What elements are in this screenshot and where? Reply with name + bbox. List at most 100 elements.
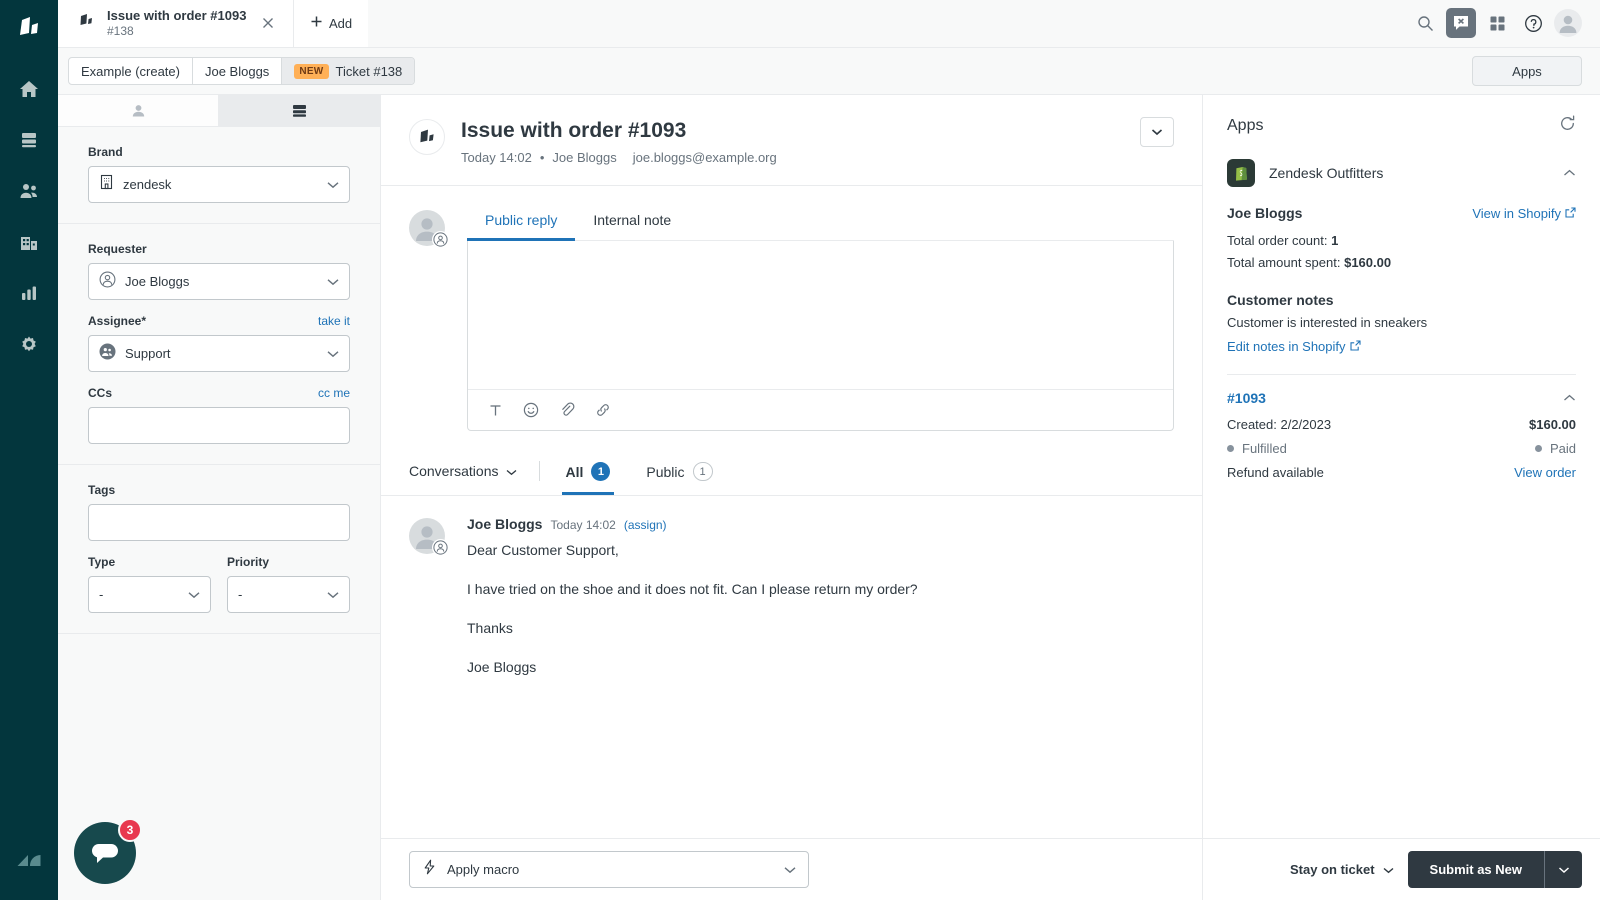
user-avatar-icon[interactable] xyxy=(1554,9,1582,37)
tab-subtitle: #138 xyxy=(107,23,134,38)
assignee-value: Support xyxy=(125,346,171,361)
content-area: Brand zendesk Requester Joe Bloggs Assig… xyxy=(58,95,1600,900)
ticket-brand-icon xyxy=(78,12,95,34)
messenger-widget[interactable]: 3 xyxy=(74,818,142,884)
assignee-select[interactable]: Support xyxy=(88,335,350,372)
text-format-icon[interactable] xyxy=(482,397,508,423)
nav-customers[interactable] xyxy=(7,169,51,213)
composer-toolbar xyxy=(468,389,1173,430)
tab-internal-note[interactable]: Internal note xyxy=(575,208,689,240)
ticket-header: Issue with order #1093 Today 14:02 • Joe… xyxy=(381,95,1202,186)
status-badge: NEW xyxy=(294,63,329,79)
tab-public-reply[interactable]: Public reply xyxy=(467,208,576,241)
emoji-icon[interactable] xyxy=(518,397,544,423)
requester-avatar-icon xyxy=(99,271,116,293)
total-order-count-row: Total order count: 1 xyxy=(1227,230,1576,252)
assignee-label: Assignee* take it xyxy=(88,314,350,328)
composer-tabs: Public reply Internal note xyxy=(467,208,1174,241)
tags-input[interactable] xyxy=(88,504,350,541)
messaging-icon[interactable] xyxy=(1446,8,1476,38)
type-field: Type - xyxy=(88,555,211,613)
end-user-badge-icon xyxy=(432,231,449,248)
chevron-down-icon[interactable] xyxy=(1140,117,1174,147)
link-icon[interactable] xyxy=(590,397,616,423)
stay-on-ticket-dropdown[interactable]: Stay on ticket xyxy=(1290,862,1394,877)
status-dot-icon xyxy=(1227,445,1234,452)
composer-box xyxy=(467,241,1174,431)
topbar-actions xyxy=(1410,0,1600,47)
breadcrumb-label: Example (create) xyxy=(81,63,180,79)
breadcrumb-item-0[interactable]: Example (create) xyxy=(69,58,193,84)
view-order-link[interactable]: View order xyxy=(1514,465,1576,480)
fulfillment-status: Fulfilled xyxy=(1227,441,1287,456)
take-it-link[interactable]: take it xyxy=(318,314,350,328)
order-id-link[interactable]: #1093 xyxy=(1227,390,1266,406)
help-icon[interactable] xyxy=(1518,8,1548,38)
submit-button[interactable]: Submit as New xyxy=(1407,851,1544,888)
tab-user-context[interactable] xyxy=(58,95,219,126)
ticket-author: Joe Bloggs xyxy=(552,150,617,165)
ticket-email: joe.bloggs@example.org xyxy=(632,150,777,165)
primary-nav-rail xyxy=(0,0,58,900)
apps-toggle-button[interactable]: Apps xyxy=(1472,56,1582,86)
search-icon[interactable] xyxy=(1410,8,1440,38)
breadcrumb-item-2[interactable]: NEW Ticket #138 xyxy=(282,58,415,84)
requester-select[interactable]: Joe Bloggs xyxy=(88,263,350,300)
refresh-icon[interactable] xyxy=(1559,115,1576,137)
conversations-dropdown[interactable]: Conversations xyxy=(409,463,517,493)
tags-field: Tags xyxy=(88,483,350,541)
type-label: Type xyxy=(88,555,116,569)
order-created-row: Created: 2/2/2023 $160.00 xyxy=(1227,417,1576,432)
priority-select[interactable]: - xyxy=(227,576,350,613)
brand-label: Brand xyxy=(88,145,123,159)
nav-views[interactable] xyxy=(7,118,51,162)
ticket-tab[interactable]: Issue with order #1093 #138 xyxy=(58,0,294,47)
close-icon[interactable] xyxy=(257,12,279,34)
chevron-down-icon xyxy=(188,586,200,604)
attachment-icon[interactable] xyxy=(554,397,580,423)
total-amount-spent-value: $160.00 xyxy=(1344,255,1392,270)
order-refund-row: Refund available View order xyxy=(1227,465,1576,480)
nav-organizations[interactable] xyxy=(7,220,51,264)
filter-public-count: 1 xyxy=(692,462,713,481)
filter-all-label: All xyxy=(565,463,584,480)
tab-ticket-fields[interactable] xyxy=(219,95,380,126)
conversation-filter-bar: Conversations All 1 Public 1 xyxy=(381,443,1202,496)
nav-reporting[interactable] xyxy=(7,271,51,315)
apps-pane: Apps Zendesk Outfitters Joe Bloggs View … xyxy=(1202,95,1600,900)
brand-select[interactable]: zendesk xyxy=(88,166,350,203)
ticket-conversation-pane: Issue with order #1093 Today 14:02 • Joe… xyxy=(381,95,1202,900)
ccs-input[interactable] xyxy=(88,407,350,444)
ccs-label-text: CCs xyxy=(88,386,113,400)
edit-notes-link[interactable]: Edit notes in Shopify xyxy=(1227,339,1361,354)
submit-options-chevron-down-icon[interactable] xyxy=(1544,851,1582,888)
apply-macro-select[interactable]: Apply macro xyxy=(409,851,809,888)
submit-bar: Stay on ticket Submit as New xyxy=(1203,838,1600,900)
chevron-up-icon[interactable] xyxy=(1563,389,1576,407)
view-in-shopify-link[interactable]: View in Shopify xyxy=(1472,206,1576,221)
divider xyxy=(1227,374,1576,375)
comment-author: Joe Bloggs xyxy=(467,516,543,532)
nav-home[interactable] xyxy=(7,67,51,111)
chevron-down-icon xyxy=(784,861,796,879)
assign-link[interactable]: (assign) xyxy=(624,518,667,532)
divider xyxy=(538,461,540,481)
ticket-scroll: Issue with order #1093 Today 14:02 • Joe… xyxy=(381,95,1202,838)
apps-grid-icon[interactable] xyxy=(1482,8,1512,38)
add-tab-button[interactable]: Add xyxy=(294,0,369,47)
comment-paragraph: I have tried on the shoe and it does not… xyxy=(467,581,918,597)
meta-separator: • xyxy=(539,150,545,165)
requester-value: Joe Bloggs xyxy=(125,274,190,289)
cc-me-link[interactable]: cc me xyxy=(318,386,350,400)
reply-editor[interactable] xyxy=(468,241,1173,389)
filter-all[interactable]: All 1 xyxy=(561,462,615,495)
nav-admin[interactable] xyxy=(7,322,51,366)
refund-label: Refund available xyxy=(1227,465,1324,480)
people-section: Requester Joe Bloggs Assignee* take it S… xyxy=(58,224,380,465)
add-label: Add xyxy=(329,15,353,31)
type-select[interactable]: - xyxy=(88,576,211,613)
chevron-up-icon[interactable] xyxy=(1563,164,1576,182)
breadcrumb-item-1[interactable]: Joe Bloggs xyxy=(193,58,283,84)
filter-public[interactable]: Public 1 xyxy=(642,462,716,494)
composer-avatar xyxy=(409,210,449,248)
